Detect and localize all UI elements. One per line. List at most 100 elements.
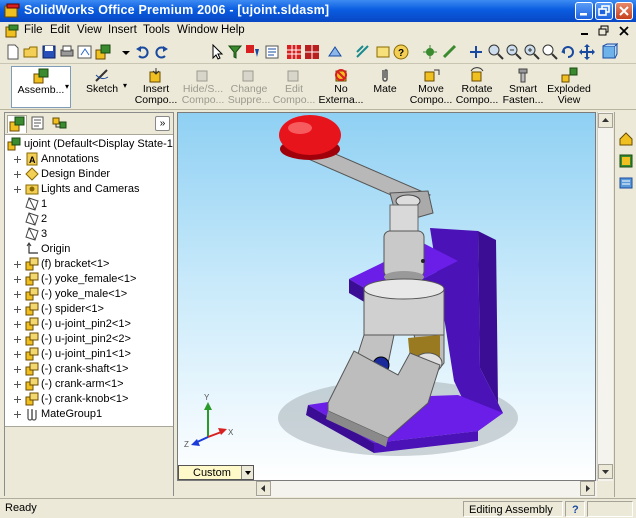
expand-icon[interactable] <box>13 275 22 284</box>
pan-icon[interactable] <box>578 43 596 61</box>
expand-icon[interactable] <box>13 365 22 374</box>
expand-icon[interactable] <box>13 380 22 389</box>
view-orientation-icon[interactable] <box>467 43 485 61</box>
resources-icon[interactable] <box>617 152 635 170</box>
make-drawing-icon[interactable] <box>76 43 94 61</box>
expand-icon[interactable] <box>13 320 22 329</box>
tab-configuration-manager[interactable] <box>51 115 71 133</box>
assembly-tab-button[interactable]: Assemb... ▾ <box>11 66 71 108</box>
home-icon[interactable] <box>617 130 635 148</box>
expand-icon[interactable] <box>13 260 22 269</box>
menu-tools[interactable]: Tools <box>143 24 170 36</box>
tab-property-manager[interactable] <box>29 115 49 133</box>
tree-item[interactable]: Origin <box>5 242 173 257</box>
tree-item[interactable]: Design Binder <box>5 167 173 182</box>
status-help-panel[interactable]: ? <box>565 501 585 517</box>
menu-insert[interactable]: Insert <box>108 24 137 36</box>
sketch-relation-icon[interactable] <box>354 43 372 61</box>
smart-fasteners-button[interactable]: Smart Fasten... <box>500 66 546 108</box>
menu-file[interactable]: File <box>24 24 43 36</box>
note-icon[interactable] <box>374 43 392 61</box>
no-external-references-button[interactable]: No Externa... <box>318 66 364 108</box>
menu-view[interactable]: View <box>77 24 102 36</box>
grid-layout-icon[interactable] <box>285 43 303 61</box>
sketch-button[interactable]: Sketch ▾ <box>76 66 128 108</box>
hide-show-components-button[interactable]: Hide/S... Compo... <box>179 66 227 108</box>
doc-close-button[interactable] <box>617 24 631 38</box>
print-icon[interactable] <box>58 43 76 61</box>
tree-item[interactable]: (-) spider<1> <box>5 302 173 317</box>
sensor-icon[interactable] <box>421 43 439 61</box>
measure-icon[interactable] <box>441 43 459 61</box>
graphics-area[interactable]: Y X Z <box>177 112 596 481</box>
help-icon[interactable]: ? <box>392 43 410 61</box>
expand-icon[interactable] <box>13 155 22 164</box>
make-assembly-icon[interactable] <box>94 43 112 61</box>
rotate-component-button[interactable]: Rotate Compo... <box>454 66 500 108</box>
minimize-button[interactable] <box>575 2 593 20</box>
select-arrow-icon[interactable] <box>208 43 226 61</box>
model-view[interactable]: Y X Z <box>178 113 596 481</box>
open-folder-icon[interactable] <box>22 43 40 61</box>
zoom-in-out-icon[interactable] <box>523 43 541 61</box>
tree-item[interactable]: 1 <box>5 197 173 212</box>
horizontal-scrollbar[interactable] <box>256 481 597 497</box>
tree-item[interactable]: Lights and Cameras <box>5 182 173 197</box>
options-dropdown-icon[interactable] <box>117 43 135 61</box>
change-suppression-button[interactable]: Change Suppre... <box>226 66 272 108</box>
move-component-button[interactable]: Move Compo... <box>408 66 454 108</box>
scroll-down-button[interactable] <box>598 464 613 479</box>
vertical-scrollbar[interactable] <box>597 112 613 481</box>
tree-item[interactable]: (-) u-joint_pin2<2> <box>5 332 173 347</box>
view-orientation-dropdown[interactable] <box>241 466 253 479</box>
expand-icon[interactable] <box>13 350 22 359</box>
mate-button[interactable]: Mate <box>369 66 401 108</box>
expand-icon[interactable] <box>13 170 22 179</box>
document-icon[interactable] <box>4 23 20 39</box>
scroll-up-button[interactable] <box>598 113 613 128</box>
tree-item[interactable]: (f) bracket<1> <box>5 257 173 272</box>
menu-help[interactable]: Help <box>221 24 245 36</box>
solidworks-app-icon[interactable] <box>4 3 20 19</box>
edit-component-button[interactable]: Edit Compo... <box>272 66 316 108</box>
tab-feature-manager[interactable] <box>7 115 27 133</box>
tree-item[interactable]: (-) crank-knob<1> <box>5 392 173 407</box>
menu-edit[interactable]: Edit <box>50 24 70 36</box>
tree-root[interactable]: ujoint (Default<Display State-1 <box>5 137 173 152</box>
properties-icon[interactable] <box>263 43 281 61</box>
menu-window[interactable]: Window <box>177 24 218 36</box>
tree-item[interactable]: (-) u-joint_pin2<1> <box>5 317 173 332</box>
maximize-button[interactable] <box>595 2 613 20</box>
doc-restore-button[interactable] <box>597 24 611 38</box>
tree-item[interactable]: (-) u-joint_pin1<1> <box>5 347 173 362</box>
expand-icon[interactable] <box>13 305 22 314</box>
expand-icon[interactable] <box>13 395 22 404</box>
doc-minimize-button[interactable] <box>578 24 592 38</box>
new-document-icon[interactable] <box>4 43 22 61</box>
tree-item[interactable]: (-) crank-shaft<1> <box>5 362 173 377</box>
tree-item[interactable]: MateGroup1 <box>5 407 173 422</box>
tile-icon[interactable] <box>303 43 321 61</box>
scroll-left-button[interactable] <box>256 481 271 496</box>
select-filter-icon[interactable] <box>226 43 244 61</box>
tree-item[interactable]: (-) crank-arm<1> <box>5 377 173 392</box>
zoom-fit-icon[interactable] <box>487 43 505 61</box>
close-button[interactable] <box>615 2 633 20</box>
expand-icon[interactable] <box>13 335 22 344</box>
insert-components-button[interactable]: Insert Compo... <box>132 66 180 108</box>
tree-item[interactable]: A Annotations <box>5 152 173 167</box>
exploded-view-button[interactable]: Exploded View <box>546 66 592 108</box>
tree-item[interactable]: (-) yoke_male<1> <box>5 287 173 302</box>
tree-item[interactable]: 3 <box>5 227 173 242</box>
collapse-panel-button[interactable]: » <box>155 116 170 131</box>
view-orientation-combo[interactable]: Custom <box>178 465 254 480</box>
undo-icon[interactable] <box>134 43 152 61</box>
expand-icon[interactable] <box>13 185 22 194</box>
expand-icon[interactable] <box>13 290 22 299</box>
standard-views-icon[interactable] <box>600 43 618 61</box>
save-icon[interactable] <box>40 43 58 61</box>
rotate-view-icon[interactable] <box>559 43 577 61</box>
expand-icon[interactable] <box>13 410 22 419</box>
zoom-area-icon[interactable] <box>505 43 523 61</box>
tree-item[interactable]: (-) yoke_female<1> <box>5 272 173 287</box>
